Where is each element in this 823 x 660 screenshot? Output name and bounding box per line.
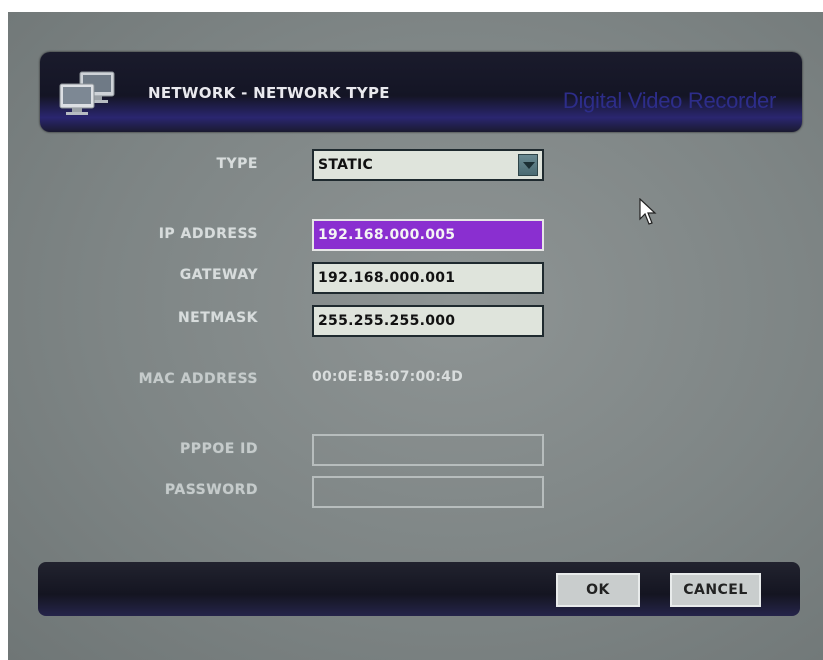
- mac-address-label: MAC ADDRESS: [138, 371, 258, 387]
- type-label: TYPE: [216, 156, 258, 172]
- ok-button[interactable]: OK: [556, 573, 640, 607]
- type-select-value: STATIC: [318, 157, 374, 173]
- password-label: PASSWORD: [164, 482, 258, 498]
- netmask-field[interactable]: 255.255.255.000: [312, 305, 544, 337]
- pppoe-id-field[interactable]: [312, 434, 544, 466]
- gateway-field[interactable]: 192.168.000.001: [312, 262, 544, 294]
- ip-address-field[interactable]: 192.168.000.005: [312, 219, 544, 251]
- ip-address-value: 192.168.000.005: [318, 227, 456, 243]
- ip-address-label: IP ADDRESS: [158, 226, 258, 242]
- brand-text: Digital Video Recorder: [562, 88, 776, 113]
- pppoe-id-label: PPPOE ID: [180, 441, 258, 457]
- header-bar: NETWORK - NETWORK TYPE Digital Video Rec…: [40, 52, 802, 132]
- type-select[interactable]: STATIC: [312, 149, 544, 181]
- page-title: NETWORK - NETWORK TYPE: [148, 84, 390, 102]
- chevron-down-icon[interactable]: [518, 154, 538, 176]
- network-computers-icon: [59, 71, 115, 115]
- password-field[interactable]: [312, 476, 544, 508]
- gateway-label: GATEWAY: [179, 267, 258, 283]
- mac-address-value: 00:0E:B5:07:00:4D: [312, 369, 463, 385]
- netmask-label: NETMASK: [177, 310, 258, 326]
- cancel-button[interactable]: CANCEL: [670, 573, 761, 607]
- gateway-value: 192.168.000.001: [318, 270, 456, 286]
- mouse-pointer-icon: [639, 198, 657, 225]
- netmask-value: 255.255.255.000: [318, 313, 456, 329]
